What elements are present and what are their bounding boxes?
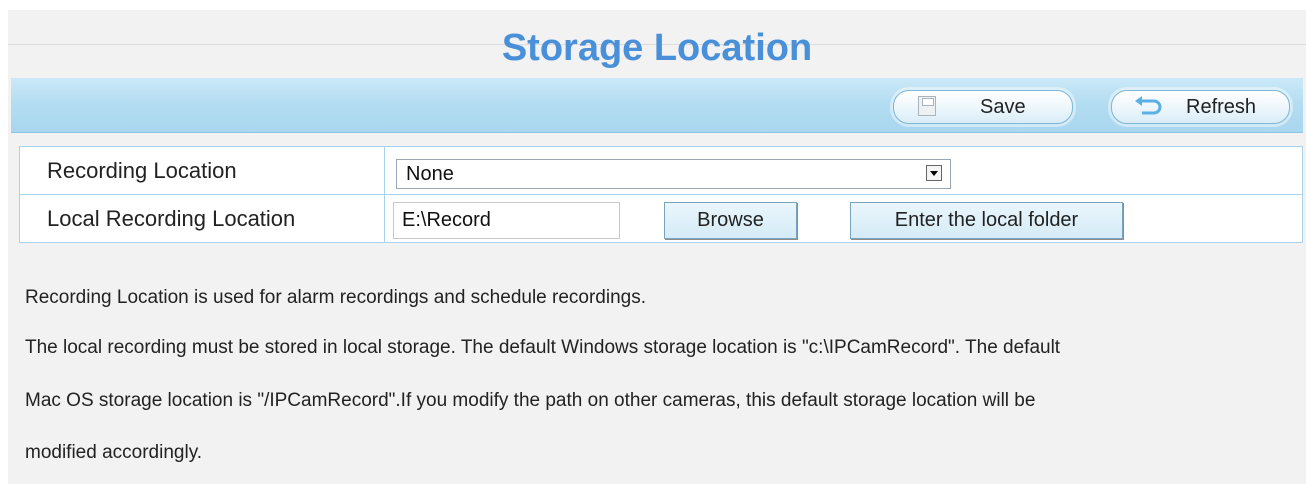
- save-button-label: Save: [980, 96, 1026, 118]
- dropdown-arrow-icon[interactable]: [926, 165, 942, 181]
- local-recording-location-row: Local Recording Location E:\Record Brows…: [19, 194, 1303, 243]
- recording-location-selected: None: [406, 163, 454, 185]
- recording-location-cell: None: [384, 146, 1303, 195]
- refresh-button[interactable]: Refresh: [1111, 90, 1290, 124]
- page-title: Storage Location: [501, 27, 813, 69]
- toolbar: Save Refresh: [11, 78, 1303, 133]
- refresh-button-label: Refresh: [1186, 96, 1257, 118]
- recording-location-label: Recording Location: [19, 146, 385, 195]
- recording-location-row: Recording Location None: [19, 146, 1303, 195]
- enter-local-folder-button[interactable]: Enter the local folder: [850, 202, 1123, 239]
- local-path-input[interactable]: E:\Record: [393, 202, 620, 239]
- floppy-disk-icon: [918, 96, 936, 116]
- save-button[interactable]: Save: [893, 90, 1073, 124]
- refresh-icon: [1135, 96, 1162, 115]
- local-recording-location-cell: E:\Record Browse Enter the local folder: [384, 194, 1303, 243]
- description-line-1: Recording Location is used for alarm rec…: [25, 287, 647, 308]
- description-line-3: Mac OS storage location is "/IPCamRecord…: [25, 390, 1036, 411]
- recording-location-select[interactable]: None: [396, 159, 951, 189]
- description-line-4: modified accordingly.: [25, 442, 203, 463]
- local-recording-location-label: Local Recording Location: [19, 194, 385, 243]
- description-line-2: The local recording must be stored in lo…: [25, 337, 1061, 358]
- storage-settings-table: Recording Location None Local Recording …: [19, 146, 1303, 243]
- storage-location-panel: Storage Location Save Refresh Recording …: [8, 10, 1306, 484]
- browse-button[interactable]: Browse: [664, 202, 797, 239]
